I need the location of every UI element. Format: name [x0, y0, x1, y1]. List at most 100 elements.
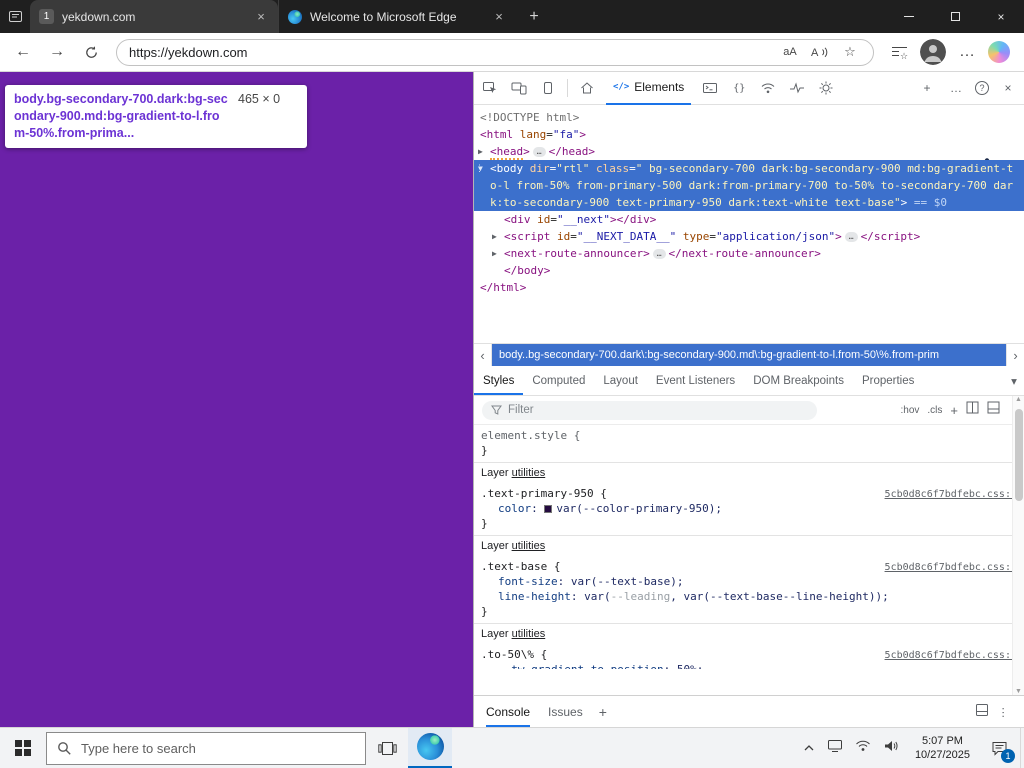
color-swatch[interactable]: [544, 505, 553, 513]
display-tray-icon[interactable]: [827, 739, 843, 758]
sources-panel-icon[interactable]: {}: [729, 78, 749, 98]
device-toolbar-icon[interactable]: [509, 78, 529, 98]
expand-arrow-icon[interactable]: ▼: [478, 160, 490, 177]
browser-tab-yekdown[interactable]: 1 yekdown.com ×: [30, 0, 278, 33]
back-button[interactable]: ←: [8, 38, 38, 66]
dom-tree-line[interactable]: <div id="__next"></div>: [474, 211, 1024, 228]
translate-icon[interactable]: aA: [779, 46, 801, 58]
address-bar[interactable]: https://yekdown.com aA A ☆: [116, 38, 874, 66]
styles-scrollbar[interactable]: ▲ ▼: [1012, 396, 1024, 695]
console-panel-icon[interactable]: [700, 78, 720, 98]
inspect-element-icon[interactable]: [480, 78, 500, 98]
css-file-link[interactable]: 5cb0d8c6f7bdfebc.css:1: [885, 562, 1017, 573]
new-tab-button[interactable]: +: [520, 3, 548, 31]
dom-tree-line[interactable]: ▶ <script id="__NEXT_DATA__" type="applic…: [474, 228, 1024, 245]
css-property[interactable]: --tw-gradient-to-position: 50%;: [474, 662, 1024, 669]
refresh-button[interactable]: [76, 38, 106, 66]
focus-page-icon[interactable]: [538, 78, 558, 98]
dock-icon[interactable]: [975, 703, 989, 720]
rule-selector[interactable]: element.style {: [481, 429, 580, 442]
add-drawer-tab-button[interactable]: +: [599, 704, 607, 720]
css-property[interactable]: color: var(--color-primary-950);: [474, 501, 1024, 516]
dom-tree-line[interactable]: ▶ <head>… </head>: [474, 143, 1024, 160]
drawer-menu-icon[interactable]: …: [1000, 706, 1014, 717]
performance-panel-icon[interactable]: [787, 78, 807, 98]
tray-expand-icon[interactable]: [803, 739, 815, 757]
help-icon[interactable]: ?: [975, 81, 989, 95]
welcome-home-icon[interactable]: [577, 78, 597, 98]
settings-gear-icon[interactable]: [816, 78, 836, 98]
hov-toggle[interactable]: :hov: [901, 405, 920, 416]
scroll-down-arrow[interactable]: ▼: [1015, 688, 1022, 695]
tab-dom-breakpoints[interactable]: DOM Breakpoints: [744, 366, 853, 395]
network-tray-icon[interactable]: [855, 739, 871, 757]
network-panel-icon[interactable]: [758, 78, 778, 98]
expand-arrow-icon[interactable]: ▶: [478, 143, 490, 160]
copilot-icon[interactable]: [988, 41, 1010, 63]
dom-tree-line[interactable]: ▼<body dir="rtl" class=" bg-secondary-70…: [474, 160, 1024, 211]
scroll-up-arrow[interactable]: ▲: [1015, 396, 1022, 403]
add-style-rule-button[interactable]: +: [950, 403, 958, 418]
devtools-close-icon[interactable]: ×: [998, 78, 1018, 98]
devtools-menu-icon[interactable]: …: [946, 78, 966, 98]
expand-arrow-icon[interactable]: ▶: [492, 245, 504, 262]
css-file-link[interactable]: 5cb0d8c6f7bdfebc.css:1: [885, 489, 1017, 500]
tab-styles[interactable]: Styles: [474, 366, 523, 395]
styles-filter-input[interactable]: Filter: [482, 400, 817, 420]
dom-tree-line[interactable]: </body>: [474, 262, 1024, 279]
layer-link[interactable]: utilities: [512, 467, 546, 479]
rule-selector[interactable]: .to-50\% {: [481, 648, 547, 661]
tab-overflow-chevron[interactable]: ▾: [1004, 374, 1024, 388]
volume-tray-icon[interactable]: [883, 739, 899, 758]
settings-menu-icon[interactable]: …: [952, 38, 982, 66]
show-desktop-button[interactable]: [1020, 727, 1024, 768]
taskbar-search-box[interactable]: Type here to search: [46, 731, 366, 765]
tab-elements[interactable]: </> Elements: [606, 72, 692, 105]
favorites-hub-icon[interactable]: ☆: [884, 38, 914, 66]
browser-tab-welcome[interactable]: Welcome to Microsoft Edge ×: [278, 0, 516, 33]
tab-close-icon[interactable]: ×: [253, 9, 269, 24]
breadcrumb-selected-crumb[interactable]: body..bg-secondary-700.dark\:bg-secondar…: [492, 344, 1006, 366]
dom-tree-line[interactable]: <!DOCTYPE html>: [474, 109, 1024, 126]
css-file-link[interactable]: 5cb0d8c6f7bdfebc.css:1: [885, 650, 1017, 661]
minimize-button[interactable]: [886, 0, 932, 33]
more-tools-plus-icon[interactable]: +: [917, 78, 937, 98]
split-view-icon[interactable]: [966, 401, 979, 419]
breadcrumb-right-arrow[interactable]: ›: [1006, 344, 1024, 366]
forward-button[interactable]: →: [42, 38, 72, 66]
start-button[interactable]: [0, 728, 46, 768]
maximize-button[interactable]: [932, 0, 978, 33]
dom-tree-line[interactable]: </html>: [474, 279, 1024, 296]
dom-tree-line[interactable]: ▶ <next-route-announcer>… </next-route-ann…: [474, 245, 1024, 262]
layer-link[interactable]: utilities: [512, 540, 546, 552]
drawer-tab-issues[interactable]: Issues: [548, 696, 583, 727]
read-aloud-icon[interactable]: A: [809, 45, 831, 59]
tab-computed[interactable]: Computed: [523, 366, 594, 395]
task-view-button[interactable]: [366, 728, 408, 768]
css-property[interactable]: font-size: var(--text-base);: [474, 574, 1024, 589]
scrollbar-thumb[interactable]: [1014, 409, 1023, 501]
tab-actions-menu-button[interactable]: [0, 0, 30, 33]
page-content[interactable]: body.bg-secondary-700.dark:bg-secondary-…: [0, 72, 473, 727]
tab-event-listeners[interactable]: Event Listeners: [647, 366, 744, 395]
action-center-button[interactable]: 1: [978, 728, 1020, 768]
cls-toggle[interactable]: .cls: [927, 405, 942, 416]
close-window-button[interactable]: ×: [978, 0, 1024, 33]
rule-selector[interactable]: .text-base {: [481, 560, 560, 573]
drawer-tab-console[interactable]: Console: [486, 696, 530, 727]
layer-link[interactable]: utilities: [512, 628, 546, 640]
url-text[interactable]: https://yekdown.com: [129, 45, 771, 60]
expand-arrow-icon[interactable]: ▶: [492, 228, 504, 245]
layout-pane-icon[interactable]: [987, 401, 1000, 419]
tab-close-icon[interactable]: ×: [491, 9, 507, 24]
profile-avatar[interactable]: [920, 39, 946, 65]
dom-tree-line[interactable]: <html lang="fa">: [474, 126, 1024, 143]
tab-properties[interactable]: Properties: [853, 366, 923, 395]
css-property[interactable]: line-height: var(--leading, var(--text-b…: [474, 589, 1024, 604]
rule-selector[interactable]: .text-primary-950 {: [481, 487, 607, 500]
add-favorite-star-icon[interactable]: ☆: [839, 44, 861, 60]
edge-taskbar-button[interactable]: [408, 727, 452, 768]
taskbar-clock[interactable]: 5:07 PM 10/27/2025: [907, 734, 978, 762]
tab-layout[interactable]: Layout: [594, 366, 647, 395]
breadcrumb-left-arrow[interactable]: ‹: [474, 344, 492, 366]
